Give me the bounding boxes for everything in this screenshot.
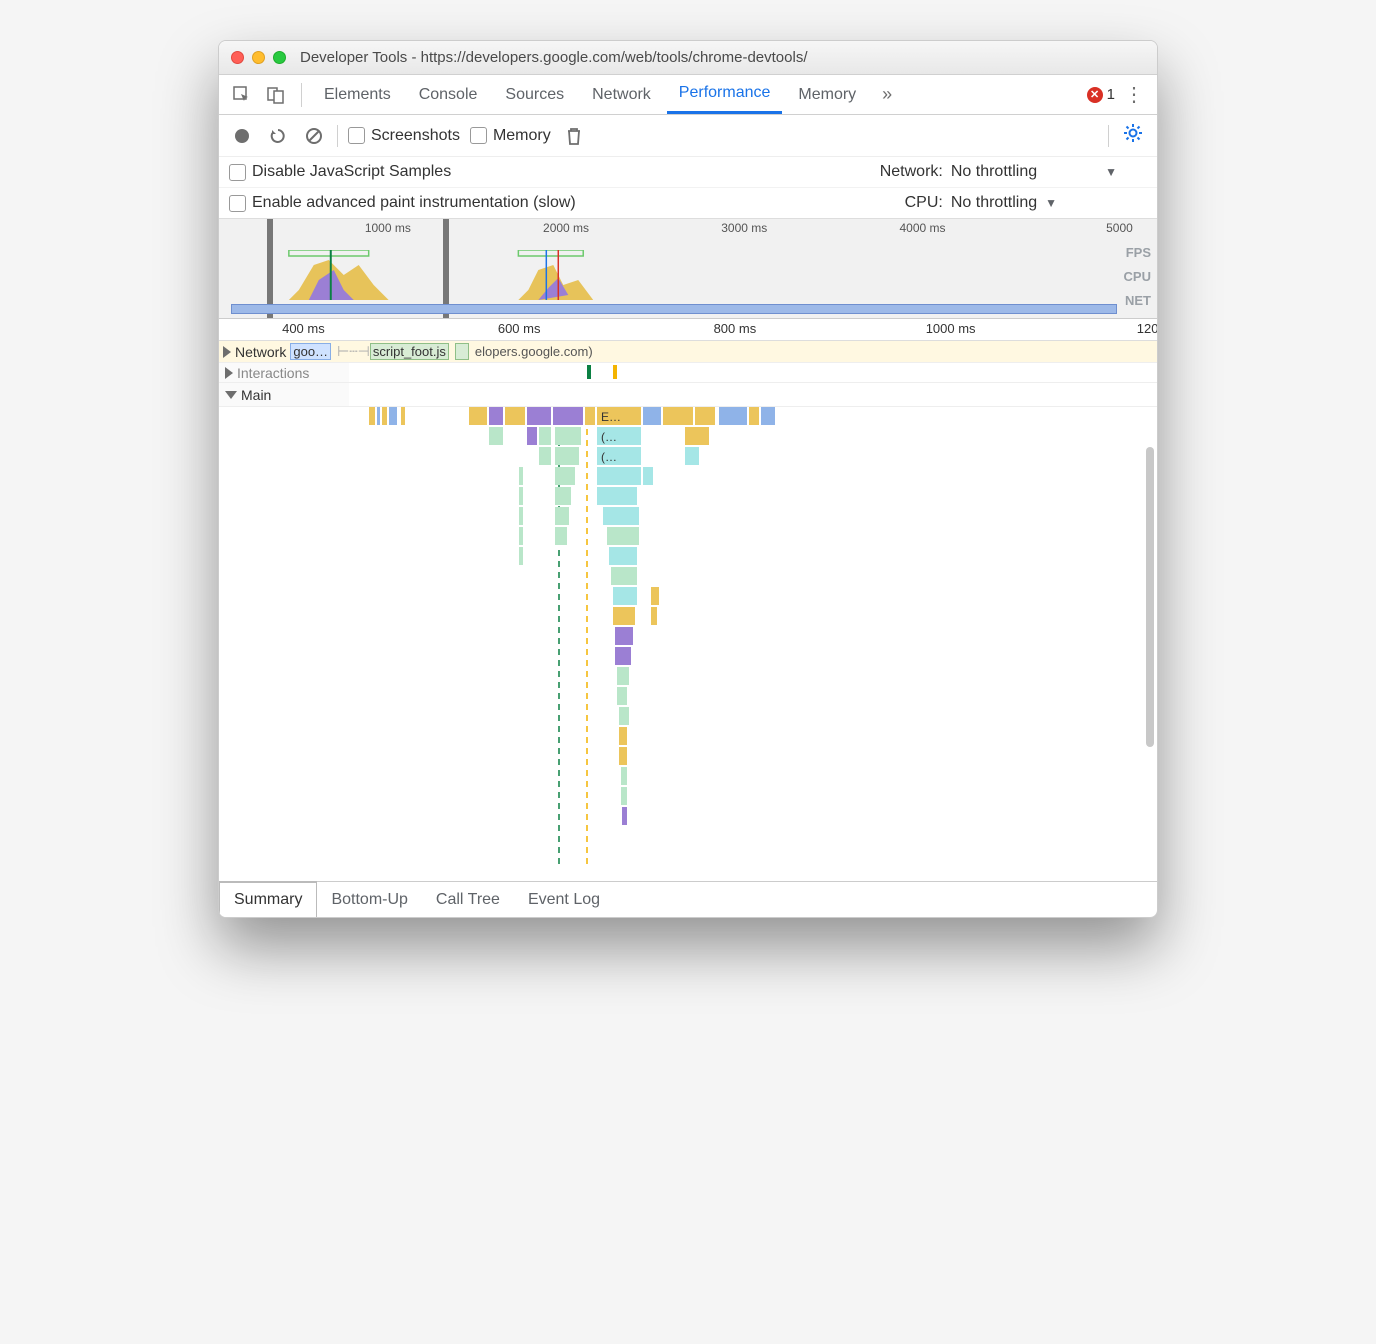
expand-icon[interactable] <box>223 346 231 358</box>
error-count: 1 <box>1107 86 1115 103</box>
interactions-label: Interactions <box>237 365 309 381</box>
tab-memory[interactable]: Memory <box>786 75 868 114</box>
net-label: NET <box>1124 289 1151 313</box>
network-throttle-label: Network: <box>880 163 943 181</box>
detail-tabbar: Summary Bottom-Up Call Tree Event Log <box>219 881 1157 917</box>
footer-tab-eventlog[interactable]: Event Log <box>514 882 614 917</box>
checkbox-icon <box>470 127 487 144</box>
screenshots-checkbox[interactable]: Screenshots <box>348 127 460 145</box>
network-request-text: elopers.google.com) <box>475 344 593 359</box>
enable-paint-checkbox[interactable]: Enable advanced paint instrumentation (s… <box>229 194 576 212</box>
flame-svg: E… (… <box>219 407 1139 881</box>
network-request[interactable]: script_foot.js <box>370 343 449 360</box>
tick: 3000 ms <box>721 221 767 235</box>
tick: 1000 ms <box>926 321 976 336</box>
devtools-window: Developer Tools - https://developers.goo… <box>218 40 1158 918</box>
settings-row-1: Disable JavaScript Samples Network: No t… <box>219 157 1157 188</box>
tab-sources[interactable]: Sources <box>493 75 576 114</box>
overview-metric-labels: FPS CPU NET <box>1124 241 1151 313</box>
overview-ruler: 1000 ms 2000 ms 3000 ms 4000 ms 5000 <box>219 219 1157 239</box>
fps-label: FPS <box>1124 241 1151 265</box>
clear-icon[interactable] <box>301 123 327 149</box>
network-request[interactable] <box>455 343 469 360</box>
footer-tab-summary[interactable]: Summary <box>219 881 317 917</box>
disable-js-checkbox[interactable]: Disable JavaScript Samples <box>229 163 451 181</box>
flame-chart[interactable]: E… (… <box>219 407 1157 881</box>
overview-pane[interactable]: 1000 ms 2000 ms 3000 ms 4000 ms 5000 FPS… <box>219 219 1157 319</box>
memory-label: Memory <box>493 127 551 145</box>
tab-performance[interactable]: Performance <box>667 75 783 114</box>
disable-js-label: Disable JavaScript Samples <box>252 163 451 181</box>
cpu-throttle-select[interactable]: No throttling ▼ <box>951 194 1057 212</box>
tab-network[interactable]: Network <box>580 75 663 114</box>
inspect-element-icon[interactable] <box>227 80 257 110</box>
trash-icon[interactable] <box>561 123 587 149</box>
scrollbar[interactable] <box>1146 447 1154 747</box>
footer-tab-calltree[interactable]: Call Tree <box>422 882 514 917</box>
cpu-label: CPU <box>1124 265 1151 289</box>
error-badge[interactable]: ✕ 1 <box>1087 86 1115 103</box>
window-controls <box>231 51 286 64</box>
tick: 1000 ms <box>365 221 411 235</box>
collapse-icon[interactable] <box>225 391 237 399</box>
gear-icon[interactable] <box>1119 123 1147 149</box>
network-request[interactable]: goo… <box>290 343 331 360</box>
network-track-label: Network <box>235 344 286 360</box>
reload-icon[interactable] <box>265 123 291 149</box>
main-track-header[interactable]: Main <box>219 383 1157 407</box>
screenshots-label: Screenshots <box>371 127 460 145</box>
interactions-track[interactable]: Interactions <box>219 363 1157 383</box>
close-window-icon[interactable] <box>231 51 244 64</box>
tick: 4000 ms <box>899 221 945 235</box>
flame-label: (… <box>601 450 617 464</box>
zoom-window-icon[interactable] <box>273 51 286 64</box>
main-label: Main <box>241 387 271 403</box>
footer-tab-bottomup[interactable]: Bottom-Up <box>317 882 421 917</box>
chevron-down-icon: ▼ <box>1045 196 1057 210</box>
tick: 120 <box>1137 321 1158 336</box>
more-tabs-icon[interactable]: » <box>872 80 902 110</box>
memory-checkbox[interactable]: Memory <box>470 127 551 145</box>
enable-paint-label: Enable advanced paint instrumentation (s… <box>252 194 576 212</box>
tick: 800 ms <box>714 321 757 336</box>
checkbox-icon <box>348 127 365 144</box>
settings-row-2: Enable advanced paint instrumentation (s… <box>219 188 1157 219</box>
cpu-chart <box>219 250 1157 300</box>
checkbox-icon <box>229 195 246 212</box>
window-title: Developer Tools - https://developers.goo… <box>300 49 808 66</box>
record-icon[interactable] <box>229 123 255 149</box>
expand-icon[interactable] <box>225 367 233 379</box>
minimize-window-icon[interactable] <box>252 51 265 64</box>
panel-tabbar: Elements Console Sources Network Perform… <box>219 75 1157 115</box>
flame-label: (… <box>601 430 617 444</box>
tracks-pane: Network goo… ⊢┄⊣ script_foot.js elopers.… <box>219 341 1157 881</box>
tick: 400 ms <box>282 321 325 336</box>
tick: 2000 ms <box>543 221 589 235</box>
checkbox-icon <box>229 164 246 181</box>
detail-ruler[interactable]: 400 ms 600 ms 800 ms 1000 ms 120 <box>219 319 1157 341</box>
perf-toolbar: Screenshots Memory <box>219 115 1157 157</box>
tick: 5000 <box>1106 221 1133 235</box>
cpu-throttle-value: No throttling <box>951 194 1037 212</box>
kebab-menu-icon[interactable]: ⋮ <box>1119 80 1149 110</box>
device-toggle-icon[interactable] <box>261 80 291 110</box>
network-throttle-select[interactable]: No throttling ▼ <box>951 163 1117 181</box>
cpu-throttle-label: CPU: <box>905 194 943 212</box>
flame-label: E… <box>601 410 621 424</box>
tab-elements[interactable]: Elements <box>312 75 403 114</box>
tab-console[interactable]: Console <box>407 75 490 114</box>
titlebar[interactable]: Developer Tools - https://developers.goo… <box>219 41 1157 75</box>
chevron-down-icon: ▼ <box>1105 165 1117 179</box>
network-throttle-value: No throttling <box>951 163 1037 181</box>
error-icon: ✕ <box>1087 87 1103 103</box>
network-track[interactable]: Network goo… ⊢┄⊣ script_foot.js elopers.… <box>219 341 1157 363</box>
overview-net-bar <box>231 304 1117 314</box>
tick: 600 ms <box>498 321 541 336</box>
